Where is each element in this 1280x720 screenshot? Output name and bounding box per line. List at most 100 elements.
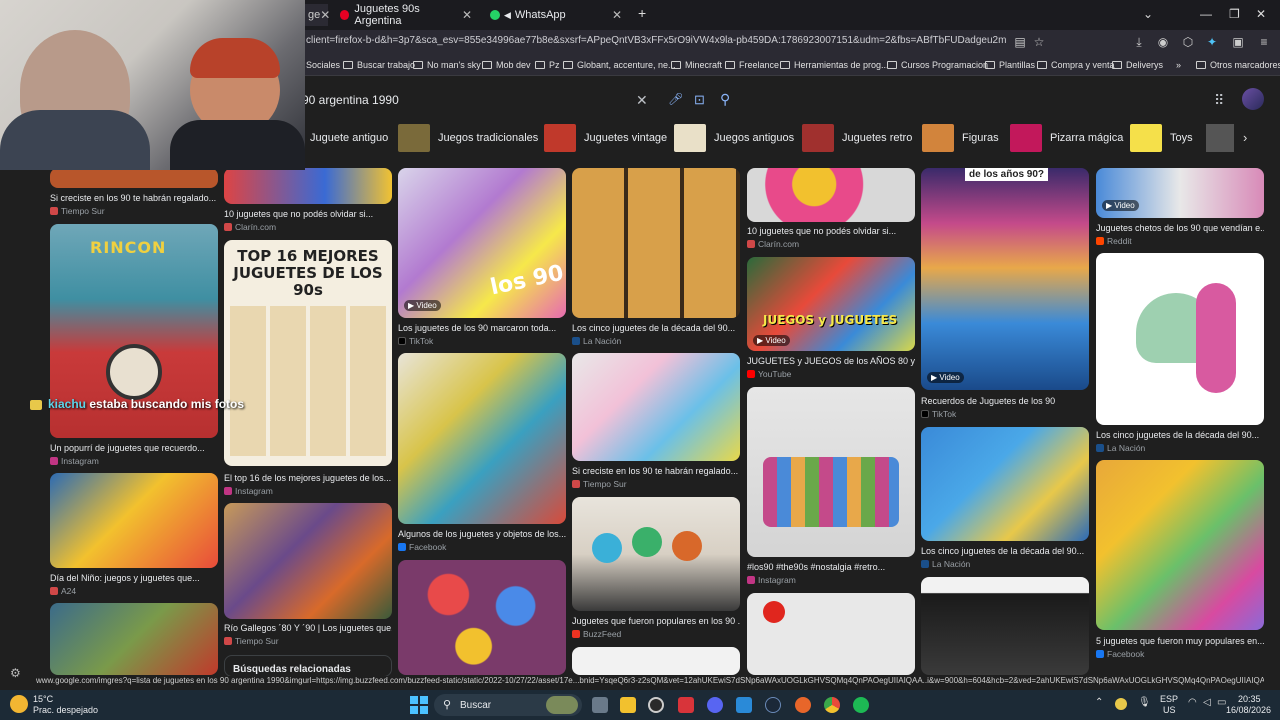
settings-gear-icon[interactable]: ⚙ [10,666,21,680]
result-caption[interactable]: Los cinco juguetes de la década del 90..… [1096,430,1264,440]
weather-desc[interactable]: Prac. despejado [33,705,98,715]
firefox-icon[interactable] [795,697,811,713]
tray-chevron-icon[interactable]: ⌃ [1095,697,1103,708]
chip[interactable]: Juegos tradicionales [398,124,538,152]
result-caption[interactable]: Los cinco juguetes de la década del 90..… [572,323,740,333]
result-image[interactable] [50,603,218,675]
result-source[interactable]: La Nación [1096,443,1145,453]
result-image[interactable] [572,353,740,461]
extension-icon[interactable]: ✦ [1204,35,1220,51]
result-source[interactable]: Instagram [50,456,99,466]
bookmark-item[interactable]: Freelance [725,60,779,70]
result-caption[interactable]: Juguetes que fueron populares en los 90 … [572,616,740,626]
close-icon[interactable]: ✕ [612,8,622,22]
bookmark-item[interactable]: Minecraft [671,60,722,70]
bookmark-item[interactable]: Sociales [306,60,340,70]
wifi-icon[interactable]: ◠ [1188,697,1197,708]
result-image[interactable] [921,427,1089,541]
bookmark-item[interactable]: Plantillas [985,60,1035,70]
result-caption[interactable]: Recuerdos de Juguetes de los 90 [921,396,1089,406]
result-image[interactable] [572,497,740,611]
result-source[interactable]: BuzzFeed [572,629,621,639]
result-caption[interactable]: Si creciste en los 90 te habrán regalado… [50,193,218,203]
notification-icon[interactable]: ▣ [1230,35,1246,51]
bookmark-item[interactable]: Cursos Programacion [887,60,988,70]
tray-app-icon[interactable] [1115,698,1127,710]
result-source[interactable]: Instagram [224,486,273,496]
result-caption[interactable]: 10 juguetes que no podés olvidar si... [747,226,915,236]
result-source[interactable]: Clarín.com [747,239,799,249]
result-caption[interactable]: El top 16 de los mejores juguetes de los… [224,473,392,483]
chevron-right-icon[interactable]: › [1243,130,1247,145]
result-image[interactable] [747,387,915,557]
result-image[interactable] [747,593,915,675]
clear-icon[interactable]: ✕ [636,92,648,109]
bookmark-item[interactable]: Globant, accenture, ne... [563,60,676,70]
result-caption[interactable]: Si creciste en los 90 te habrán regalado… [572,466,740,476]
task-view-icon[interactable] [592,697,608,713]
result-source[interactable]: Clarín.com [224,222,276,232]
chip[interactable]: Figuras [922,124,999,152]
result-image[interactable] [224,503,392,619]
result-source[interactable]: Facebook [398,542,446,552]
result-caption[interactable]: #los90 #the90s #nostalgia #retro... [747,562,915,572]
result-caption[interactable]: Un popurrí de juguetes que recuerdo... [50,443,218,453]
result-image[interactable] [572,647,740,675]
close-icon[interactable]: ✕ [462,8,472,22]
apps-icon[interactable]: ⠿ [1214,92,1224,109]
result-source[interactable]: Reddit [1096,236,1132,246]
chip[interactable]: Juegos antiguos [674,124,794,152]
obs-icon[interactable] [648,697,664,713]
result-image[interactable]: TOP 16 MEJORES JUGUETES DE LOS 90s [224,240,392,466]
result-image[interactable]: los 90 ▶ Video [398,168,566,318]
discord-icon[interactable] [707,697,723,713]
file-explorer-icon[interactable] [620,697,636,713]
result-caption[interactable]: Los juguetes de los 90 marcaron toda... [398,323,566,333]
result-source[interactable]: TikTok [398,336,433,346]
close-icon[interactable]: ✕ [320,8,330,22]
clock-date[interactable]: 16/08/2026 [1226,705,1271,715]
mic-tray-icon[interactable]: 🎙︎ [1138,697,1151,708]
address-field[interactable]: client=firefox-b-d&h=3p7&sca_esv=855e349… [306,35,1006,51]
result-caption[interactable]: Día del Niño: juegos y juguetes que... [50,573,218,583]
spotify-icon[interactable] [853,697,869,713]
reader-icon[interactable]: ▤ [1012,35,1028,51]
result-source[interactable]: Instagram [747,575,796,585]
window-close-icon[interactable]: ✕ [1256,7,1266,21]
bookmark-item[interactable]: Buscar trabajo [343,60,415,70]
result-caption[interactable]: JUGUETES y JUEGOS de los AÑOS 80 y 9... [747,356,915,366]
result-source[interactable]: A24 [50,586,76,596]
result-source[interactable]: TikTok [921,409,956,419]
result-caption[interactable]: Río Gallegos ´80 Y ´90 | Los juguetes qu… [224,623,392,633]
bookmarks-overflow-icon[interactable]: » [1176,60,1181,70]
minimize-icon[interactable]: — [1200,7,1212,21]
result-source[interactable]: La Nación [921,559,970,569]
clock-time[interactable]: 20:35 [1238,694,1261,704]
chip[interactable]: Juguetes retro [802,124,912,152]
result-image[interactable] [398,353,566,524]
result-caption[interactable]: Juguetes chetos de los 90 que vendían e.… [1096,223,1264,233]
account-icon[interactable]: ◉ [1155,35,1171,51]
weather-temp[interactable]: 15°C [33,694,53,704]
bookmark-item[interactable]: Pz [535,60,560,70]
windows-start-icon[interactable] [410,696,428,714]
result-image[interactable] [747,168,915,222]
result-image[interactable] [50,168,218,188]
bookmark-item[interactable]: Herramientas de prog... [780,60,889,70]
language-indicator[interactable]: ESP [1160,694,1178,704]
result-source[interactable]: Facebook [1096,649,1144,659]
result-source[interactable]: Tiempo Sur [572,479,627,489]
result-source[interactable]: Tiempo Sur [50,206,105,216]
avatar[interactable] [1242,88,1264,110]
tab-whatsapp[interactable]: ◀ WhatsApp ✕ [482,4,630,26]
chip[interactable]: Juguete antiguo [310,124,388,152]
result-image[interactable]: JUEGOS y JUGUETES ▶ Video [747,257,915,351]
result-image[interactable] [398,560,566,675]
taskbar-search[interactable]: ⚲ Buscar [434,694,582,716]
bookmark-item[interactable]: Deliverys [1112,60,1163,70]
result-image[interactable]: de los años 90? ▶ Video [921,168,1089,390]
result-image[interactable] [1096,253,1264,425]
vscode-icon[interactable] [736,697,752,713]
bookmark-item[interactable]: Otros marcadores [1196,60,1280,70]
tab-juguetes[interactable]: Juguetes 90s Argentina ✕ [332,3,480,27]
